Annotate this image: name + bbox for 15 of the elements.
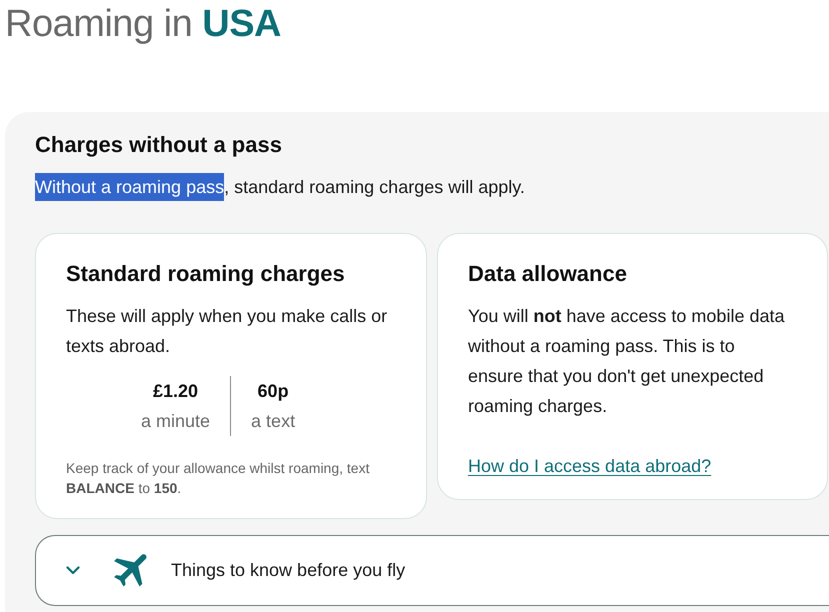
rate-unit: a minute [141,410,210,433]
price-text: £1.20 [153,380,198,403]
rate-unit: a text [251,410,296,433]
accordion-button[interactable]: Things to know before you fly [35,535,829,606]
card-description: You will not have access to mobile data without a roaming pass. This is to ensure that you don't get unexpected roaming charges. [468,305,786,418]
airplane-icon [113,552,149,588]
card-title: Data allowance [468,260,628,288]
note-text: Keep track of your allowance whilst roaming, text BALANCE to 150. [66,459,370,498]
card-description: These will apply when you make calls or texts abroad. [66,305,388,358]
intro-text: Without a roaming pass, standard roaming charges will apply. [35,173,829,201]
price-text: 60p [258,380,289,403]
card-title: Standard roaming charges [66,260,346,288]
section-heading: Charges without a pass [35,131,283,159]
help-link[interactable]: How do I access data abroad? [468,451,712,481]
page-title: Roaming in USA [4,2,282,46]
